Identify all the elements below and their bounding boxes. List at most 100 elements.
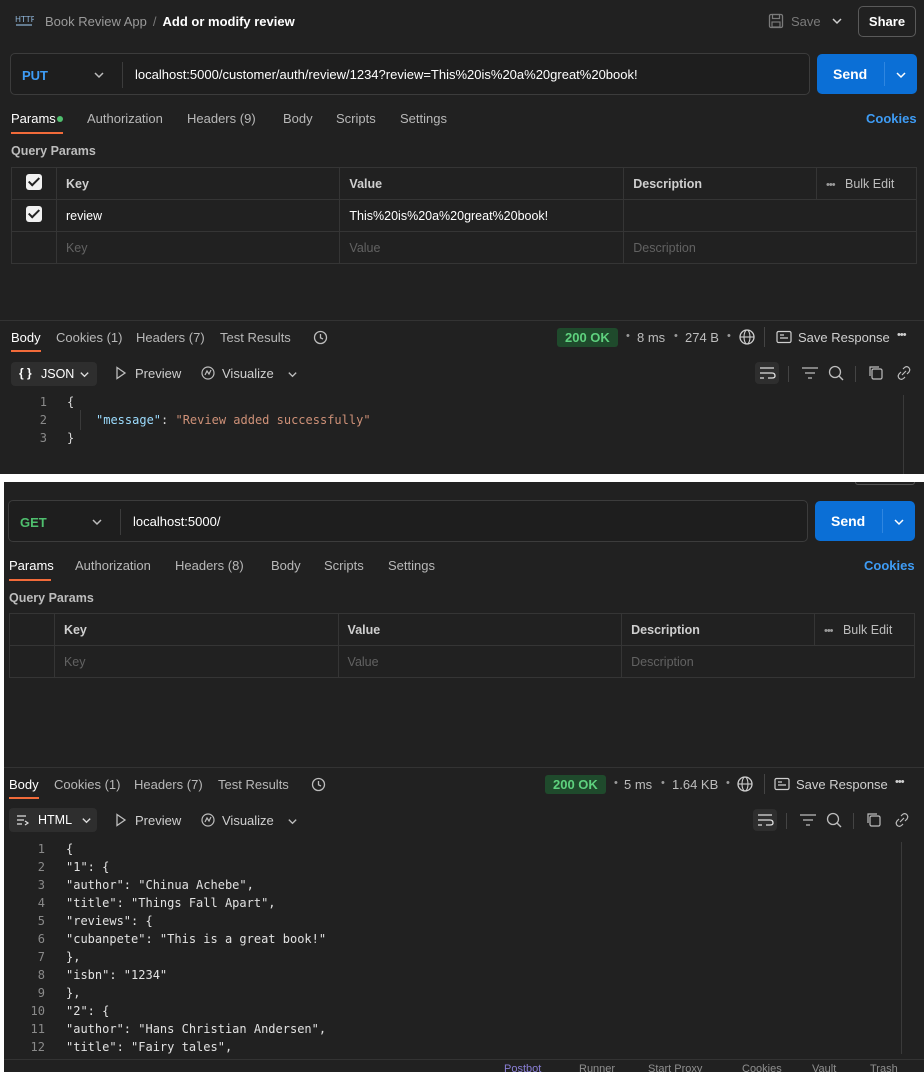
tab-params[interactable]: Params	[9, 558, 54, 573]
preview-button[interactable]: Preview	[135, 813, 181, 828]
send-label[interactable]: Send	[833, 66, 867, 82]
preview-button[interactable]: Preview	[135, 366, 181, 381]
response-tab-cookies-label: Cookies	[56, 330, 103, 345]
tab-scripts[interactable]: Scripts	[324, 558, 364, 573]
description-placeholder[interactable]: Description	[621, 645, 915, 678]
response-size[interactable]: 274 B	[685, 330, 719, 345]
send-options-chevron-icon[interactable]	[893, 515, 905, 531]
status-badge[interactable]: 200 OK	[557, 328, 618, 347]
breadcrumb-collection[interactable]: Book Review App	[45, 14, 147, 29]
tab-headers[interactable]: Headers (8)	[175, 558, 244, 573]
cookies-link[interactable]: Cookies	[866, 111, 917, 126]
send-label[interactable]: Send	[831, 513, 865, 529]
response-size[interactable]: 1.64 KB	[672, 777, 718, 792]
response-tab-test-results[interactable]: Test Results	[218, 777, 289, 792]
footer-item-cookies[interactable]: Cookies	[742, 1063, 782, 1072]
tab-body[interactable]: Body	[283, 111, 313, 126]
search-icon[interactable]	[824, 362, 848, 384]
response-tab-cookies[interactable]: Cookies (1)	[54, 777, 120, 792]
response-tab-cookies[interactable]: Cookies (1)	[56, 330, 122, 345]
method-chevron-icon[interactable]	[93, 69, 105, 84]
format-select[interactable]: { } JSON	[11, 362, 97, 386]
tab-scripts[interactable]: Scripts	[336, 111, 376, 126]
globe-icon[interactable]	[738, 328, 756, 349]
wrap-lines-icon[interactable]	[755, 362, 779, 384]
response-tab-cookies-count: (1)	[106, 330, 123, 345]
history-icon[interactable]	[310, 776, 327, 796]
editor-scrollbar[interactable]	[901, 842, 902, 1054]
tab-params[interactable]: Params	[11, 111, 56, 126]
footer-item-runner[interactable]: Runner	[579, 1063, 615, 1072]
response-tab-headers[interactable]: Headers (7)	[136, 330, 205, 345]
copy-icon[interactable]	[862, 809, 886, 831]
tab-settings[interactable]: Settings	[400, 111, 447, 126]
description-placeholder[interactable]: Description	[623, 231, 917, 264]
breadcrumb-request-title[interactable]: Add or modify review	[163, 14, 295, 29]
param-key-cell[interactable]: review	[55, 199, 341, 232]
response-time[interactable]: 5 ms	[624, 777, 652, 792]
link-icon[interactable]	[892, 362, 916, 384]
response-tab-body[interactable]: Body	[11, 330, 41, 345]
footer-item-vault[interactable]: Vault	[812, 1063, 836, 1072]
tab-headers[interactable]: Headers (9)	[187, 111, 256, 126]
visualize-chevron-icon[interactable]	[287, 368, 298, 383]
send-button[interactable]: Send	[817, 54, 917, 94]
send-button[interactable]: Send	[815, 501, 915, 541]
row-checkbox[interactable]	[25, 206, 42, 222]
value-placeholder[interactable]: Value	[339, 231, 625, 264]
send-divider	[882, 509, 883, 533]
save-options-chevron-icon[interactable]	[831, 15, 843, 30]
footer-item-start-proxy[interactable]: Start Proxy	[648, 1063, 702, 1072]
editor-scrollbar[interactable]	[903, 395, 904, 474]
param-value-cell[interactable]: This%20is%20a%20great%20book!	[339, 199, 625, 232]
tab-settings[interactable]: Settings	[388, 558, 435, 573]
tab-authorization[interactable]: Authorization	[87, 111, 163, 126]
footer-divider	[4, 1059, 924, 1060]
key-placeholder[interactable]: Key	[53, 645, 339, 678]
method-select[interactable]: PUT	[22, 68, 48, 83]
response-active-tab-indicator	[9, 797, 39, 799]
url-input[interactable]: localhost:5000/	[133, 514, 220, 529]
select-all-checkbox[interactable]	[25, 174, 42, 190]
method-chevron-icon[interactable]	[91, 516, 103, 531]
key-placeholder[interactable]: Key	[55, 231, 341, 264]
status-badge[interactable]: 200 OK	[545, 775, 606, 794]
copy-icon[interactable]	[864, 362, 888, 384]
format-select[interactable]: HTML	[9, 808, 97, 832]
response-time[interactable]: 8 ms	[637, 330, 665, 345]
more-options-icon[interactable]: •••	[897, 329, 907, 341]
more-options-icon[interactable]: •••	[895, 776, 905, 788]
save-button[interactable]: Save	[791, 14, 821, 29]
footer-item-postbot[interactable]: Postbot	[504, 1063, 541, 1072]
globe-icon[interactable]	[736, 775, 754, 796]
tab-body[interactable]: Body	[271, 558, 301, 573]
method-select[interactable]: GET	[20, 515, 47, 530]
divider	[786, 813, 787, 829]
response-tab-headers[interactable]: Headers (7)	[134, 777, 203, 792]
link-icon[interactable]	[890, 809, 914, 831]
search-icon[interactable]	[822, 809, 846, 831]
save-response-button[interactable]: Save Response	[796, 777, 888, 792]
visualize-button[interactable]: Visualize	[222, 366, 274, 381]
code-line: },	[66, 950, 81, 964]
bulk-edit-button[interactable]: ••• Bulk Edit	[816, 167, 917, 200]
response-tab-body[interactable]: Body	[9, 777, 39, 792]
tab-authorization[interactable]: Authorization	[75, 558, 151, 573]
url-input[interactable]: localhost:5000/customer/auth/review/1234…	[135, 67, 638, 82]
save-response-button[interactable]: Save Response	[798, 330, 890, 345]
wrap-lines-icon[interactable]	[753, 809, 777, 831]
filter-icon[interactable]	[798, 362, 822, 384]
params-active-dot	[57, 116, 63, 122]
filter-icon[interactable]	[796, 809, 820, 831]
param-description-cell[interactable]	[623, 199, 917, 232]
value-placeholder[interactable]: Value	[337, 645, 623, 678]
send-options-chevron-icon[interactable]	[895, 68, 907, 84]
footer-item-trash[interactable]: Trash	[870, 1063, 898, 1072]
visualize-button[interactable]: Visualize	[222, 813, 274, 828]
response-tab-test-results[interactable]: Test Results	[220, 330, 291, 345]
share-button[interactable]: Share	[858, 6, 916, 37]
visualize-chevron-icon[interactable]	[287, 815, 298, 830]
history-icon[interactable]	[312, 329, 329, 349]
bulk-edit-button[interactable]: ••• Bulk Edit	[813, 613, 916, 646]
cookies-link[interactable]: Cookies	[864, 558, 915, 573]
